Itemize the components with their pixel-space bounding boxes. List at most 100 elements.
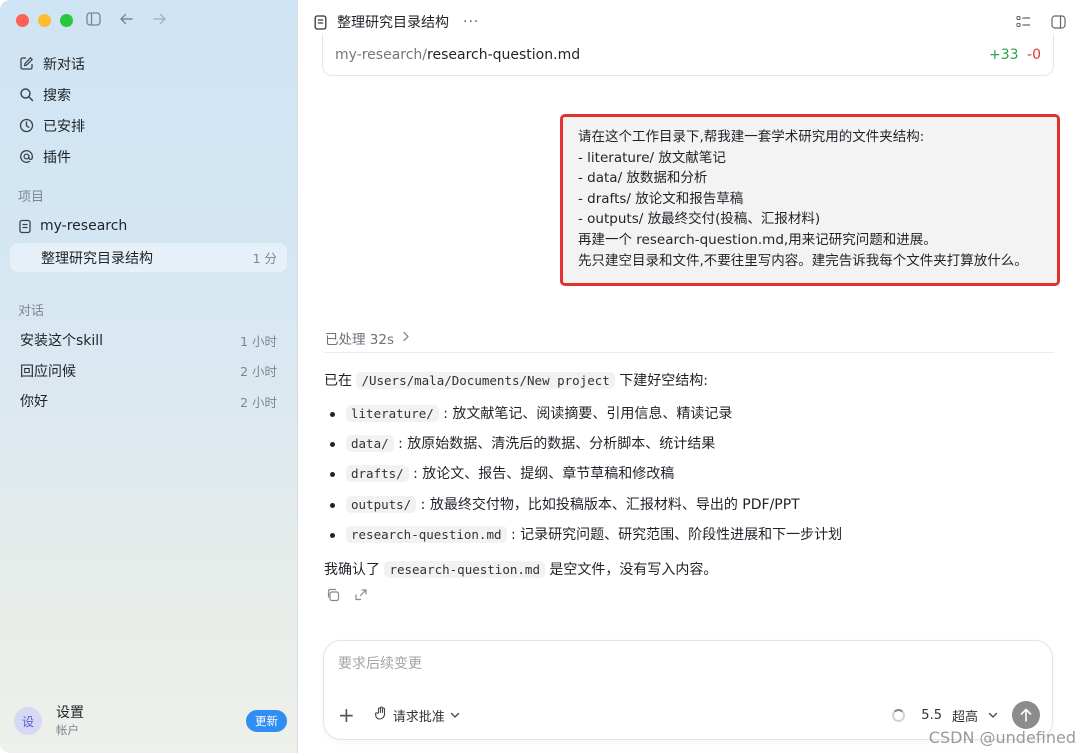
changed-file-card[interactable]: my-research/ research-question.md +33 -0 [322, 34, 1054, 76]
account-label: 帐户 [56, 722, 79, 737]
topbar-actions [1016, 14, 1066, 33]
assistant-message: 已在 /Users/mala/Documents/New project 下建好… [324, 369, 1054, 606]
task-list-icon[interactable] [1016, 14, 1031, 33]
list-item: literature/ : 放文献笔记、阅读摘要、引用信息、精读记录 [324, 399, 1054, 429]
app-window: 新对话 搜索 已安排 插件 项目 my-research 整理研究目录结构 1 … [0, 0, 1080, 753]
list-item: outputs/ : 放最终交付物，比如投稿版本、汇报材料、导出的 PDF/PP… [324, 490, 1054, 520]
close-window-button[interactable] [16, 14, 29, 27]
folder-description: : 放文献笔记、阅读摘要、引用信息、精读记录 [443, 406, 733, 422]
avatar[interactable]: 设 [14, 707, 42, 735]
watermark: CSDN @undefined [928, 728, 1076, 747]
sidebar-item-plugins[interactable]: 插件 [10, 141, 287, 172]
clock-icon [18, 118, 34, 134]
file-directory: my-research/ [335, 46, 428, 63]
user-message-line: 请在这个工作目录下,帮我建一套学术研究用的文件夹结构: [578, 129, 925, 145]
side-panel-icon[interactable] [1051, 14, 1066, 33]
chevron-right-icon [402, 330, 410, 346]
answer-confirmation: 我确认了 research-question.md 是空文件，没有写入内容。 [324, 558, 1054, 582]
fork-icon[interactable] [354, 588, 368, 606]
hand-icon [374, 706, 388, 724]
confirm-suffix: 是空文件，没有写入内容。 [549, 561, 718, 578]
settings-account[interactable]: 设置 帐户 [56, 705, 84, 737]
window-controls [16, 14, 73, 27]
chat-label: 回应问候 [20, 363, 76, 380]
sidebar-footer: 设 设置 帐户 更新 [14, 701, 287, 741]
folder-description: : 记录研究问题、研究范围、阶段性进展和下一步计划 [510, 526, 843, 543]
file-code: research-question.md [384, 560, 545, 578]
sidebar-thread-active[interactable]: 整理研究目录结构 1 分 [10, 243, 287, 272]
sidebar-project-my-research[interactable]: my-research [10, 212, 287, 240]
sidebar-toolbar [86, 12, 167, 26]
effort-level: 超高 [951, 709, 978, 725]
folder-code: outputs/ [346, 495, 417, 513]
folder-code: drafts/ [346, 465, 409, 483]
chat-item[interactable]: 安装这个skill 1 小时 [10, 325, 287, 356]
thread-time: 1 分 [252, 251, 277, 266]
intro-prefix: 已在 [324, 373, 352, 389]
folder-code: literature/ [346, 405, 439, 422]
sidebar-toggle-icon[interactable] [86, 12, 101, 26]
answer-intro: 已在 /Users/mala/Documents/New project 下建好… [324, 369, 1054, 393]
search-icon [18, 87, 34, 103]
diff-stats: +33 -0 [989, 47, 1041, 63]
approval-mode-select[interactable]: 请求批准 [374, 706, 460, 725]
user-message-line: 先只建空目录和文件,不要往里写内容。建完告诉我每个文件夹打算放什么。 [578, 252, 1028, 269]
sidebar-item-search[interactable]: 搜索 [10, 79, 287, 110]
sidebar-nav: 新对话 搜索 已安排 插件 [10, 48, 287, 172]
chevron-down-icon [450, 708, 460, 723]
forward-arrow-icon[interactable] [152, 12, 167, 26]
divider [324, 352, 1054, 353]
model-controls: 5.5 超高 [892, 701, 1040, 729]
sidebar-item-new-chat[interactable]: 新对话 [10, 48, 287, 79]
update-button[interactable]: 更新 [246, 710, 287, 732]
at-icon [18, 149, 34, 165]
sidebar-item-scheduled[interactable]: 已安排 [10, 110, 287, 141]
sidebar-item-label: 已安排 [43, 118, 85, 135]
folder-code: research-question.md [346, 525, 507, 543]
minimize-window-button[interactable] [38, 14, 51, 27]
list-item: drafts/ : 放论文、报告、提纲、章节草稿和修改稿 [324, 459, 1054, 489]
projects-section-title: 项目 [18, 190, 45, 205]
list-item: data/ : 放原始数据、清洗后的数据、分析脚本、统计结果 [324, 429, 1054, 459]
sidebar-item-label: 搜索 [43, 87, 71, 104]
sidebar-item-label: 新对话 [43, 56, 85, 73]
loading-spinner-icon [892, 708, 906, 722]
copy-icon[interactable] [326, 588, 340, 606]
lines-removed: -0 [1027, 46, 1041, 63]
user-message-line: 再建一个 research-question.md,用来记研究问题和进展。 [578, 231, 937, 248]
processed-label: 已处理 32s [325, 332, 395, 348]
path-code: /Users/mala/Documents/New project [356, 372, 615, 389]
follow-up-input[interactable] [336, 655, 936, 673]
list-item: research-question.md : 记录研究问题、研究范围、阶段性进展… [324, 520, 1054, 550]
confirm-prefix: 我确认了 [324, 561, 380, 578]
composer: + 请求批准 5.5 超高 [323, 640, 1053, 740]
composer-toolbar: + 请求批准 5.5 超高 [338, 701, 1040, 729]
chevron-down-icon [988, 708, 998, 723]
model-version: 5.5 [921, 707, 942, 723]
sidebar-item-label: 插件 [43, 149, 71, 166]
chat-item[interactable]: 你好 2 小时 [10, 386, 287, 417]
folder-icon [18, 219, 32, 234]
file-name: research-question.md [427, 46, 581, 63]
chat-item[interactable]: 回应问候 2 小时 [10, 356, 287, 387]
chat-label: 安装这个skill [20, 333, 104, 350]
folder-description: : 放论文、报告、提纲、章节草稿和修改稿 [413, 466, 675, 483]
document-icon [314, 14, 327, 30]
back-arrow-icon[interactable] [119, 12, 134, 26]
more-options-button[interactable]: ··· [463, 14, 479, 30]
add-attachment-button[interactable]: + [338, 705, 355, 725]
chat-time: 2 小时 [240, 364, 277, 380]
model-select[interactable]: 5.5 超高 [921, 706, 998, 725]
send-button[interactable] [1012, 701, 1040, 729]
sidebar: 新对话 搜索 已安排 插件 项目 my-research 整理研究目录结构 1 … [0, 0, 298, 753]
thread-label: 整理研究目录结构 [41, 250, 153, 267]
chats-section-title: 对话 [18, 304, 45, 319]
user-message-line: - literature/ 放文献笔记 [578, 149, 726, 166]
chat-label: 你好 [20, 394, 48, 411]
user-message-line: - data/ 放数据和分析 [578, 170, 708, 187]
user-message-line: - outputs/ 放最终交付(投稿、汇报材料) [578, 211, 821, 228]
folder-description: : 放最终交付物，比如投稿版本、汇报材料、导出的 PDF/PPT [420, 496, 800, 513]
lines-added: +33 [989, 46, 1019, 63]
processed-toggle[interactable]: 已处理 32s [325, 328, 410, 348]
maximize-window-button[interactable] [60, 14, 73, 27]
